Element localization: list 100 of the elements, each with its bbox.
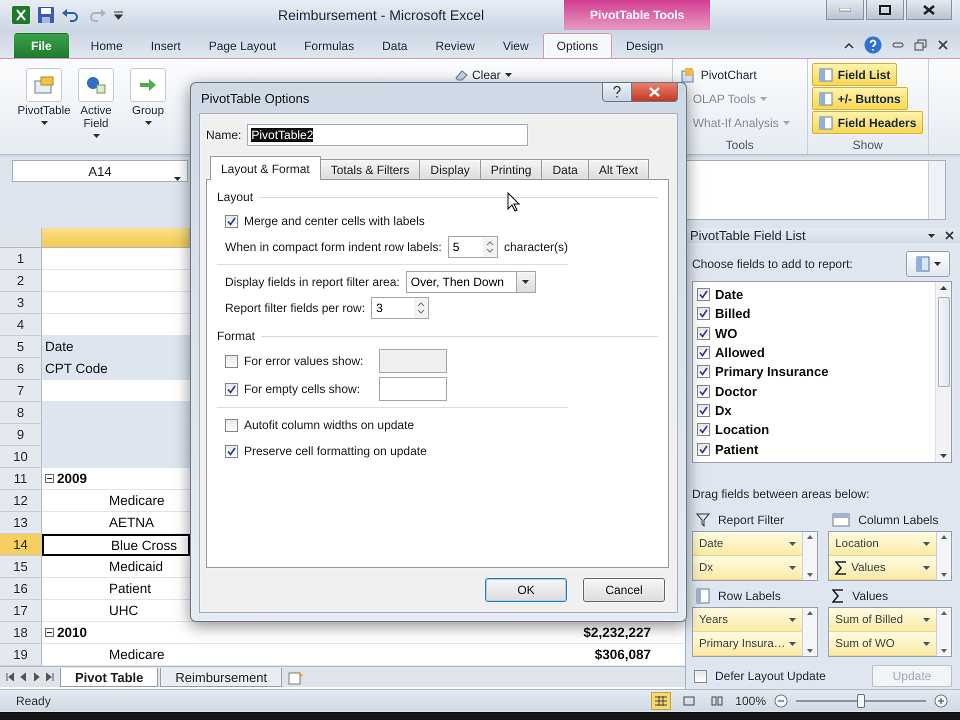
area-field[interactable]: Location <box>829 532 936 556</box>
collapse-icon[interactable] <box>45 474 54 483</box>
spinner-icon[interactable] <box>482 237 497 257</box>
toggle-button[interactable]: Field List <box>812 63 898 86</box>
toggle-button[interactable]: Field Headers <box>812 111 924 134</box>
ribbon-button[interactable]: Group <box>124 65 172 148</box>
scrollbar[interactable] <box>802 608 818 656</box>
dialog-button[interactable]: OK <box>485 578 567 602</box>
dialog-tab[interactable]: Alt Text <box>588 159 649 180</box>
checkbox[interactable] <box>225 382 238 396</box>
ribbon-tab[interactable]: Design <box>612 33 678 58</box>
zoom-in-icon[interactable] <box>934 694 948 708</box>
normal-view-icon[interactable] <box>651 692 672 710</box>
checkbox[interactable] <box>225 418 238 432</box>
area-field[interactable]: Values <box>829 556 936 580</box>
dialog-tab[interactable]: Data <box>541 159 589 180</box>
minimize-icon[interactable] <box>892 42 904 48</box>
ribbon-tab[interactable]: Home <box>76 33 137 58</box>
checkbox[interactable] <box>697 326 710 340</box>
dialog-tab[interactable]: Totals & Filters <box>320 159 420 180</box>
checkbox[interactable] <box>697 307 710 320</box>
toggle-button[interactable]: +/- Buttons <box>812 87 908 110</box>
scroll-up-icon[interactable] <box>807 535 814 539</box>
help-button[interactable] <box>602 83 632 102</box>
scroll-down-icon[interactable] <box>940 454 947 458</box>
help-icon[interactable] <box>864 36 882 54</box>
clear-button[interactable]: Clear <box>450 63 516 87</box>
spin-field[interactable]: 3 <box>371 297 430 319</box>
ribbon-tab[interactable]: Data <box>368 33 422 58</box>
area-field[interactable]: Sum of WO <box>829 632 936 656</box>
scroll-up-icon[interactable] <box>807 611 814 615</box>
area-field[interactable]: Primary Insura… <box>693 632 802 656</box>
field-name[interactable]: WO <box>715 326 738 341</box>
name-box[interactable]: A14 <box>12 160 188 182</box>
field-name[interactable]: Primary Insurance <box>715 364 828 380</box>
customize-icon[interactable] <box>114 10 123 20</box>
field-name[interactable]: Location <box>715 422 770 438</box>
sheet-tab[interactable]: Reimbursement <box>160 668 282 687</box>
checkbox[interactable] <box>697 346 710 360</box>
ribbon-tab[interactable]: Review <box>421 33 489 58</box>
checkbox[interactable] <box>697 365 710 378</box>
zoom-out-icon[interactable] <box>774 694 788 708</box>
layout-button[interactable] <box>906 251 950 277</box>
undo-icon[interactable] <box>62 8 80 22</box>
zoom-level-text[interactable]: 100% <box>735 694 766 708</box>
restore-icon[interactable] <box>914 39 928 51</box>
collapse-icon[interactable] <box>45 628 54 637</box>
ribbon-tab[interactable]: File <box>14 33 69 58</box>
dialog-tab[interactable]: Display <box>419 159 481 180</box>
checkbox[interactable] <box>697 384 710 398</box>
dialog-button[interactable]: Cancel <box>583 578 665 602</box>
area-field[interactable]: Sum of Billed <box>829 608 936 632</box>
ribbon-tab[interactable]: Insert <box>136 33 195 58</box>
input-field[interactable] <box>379 349 447 373</box>
scroll-down-icon[interactable] <box>807 649 814 653</box>
ribbon-button[interactable]: PivotTable <box>20 65 68 148</box>
save-icon[interactable] <box>38 7 54 23</box>
dialog-tab[interactable]: Printing <box>480 159 542 180</box>
checkbox[interactable] <box>697 288 710 302</box>
collapse-ribbon-icon[interactable] <box>844 42 854 48</box>
new-sheet-icon[interactable] <box>288 671 304 685</box>
checkbox[interactable] <box>225 214 238 228</box>
area-field[interactable]: Date <box>693 532 802 556</box>
maximize-button[interactable] <box>866 0 904 20</box>
scroll-down-icon[interactable] <box>941 649 947 653</box>
scroll-up-icon[interactable] <box>941 611 947 615</box>
scrollbar[interactable] <box>802 532 818 580</box>
zoom-slider-thumb[interactable] <box>857 694 865 708</box>
ribbon-tab[interactable]: Page Layout <box>194 33 290 58</box>
scroll-down-icon[interactable] <box>807 573 814 577</box>
field-name[interactable]: Billed <box>715 306 750 322</box>
checkbox[interactable] <box>225 354 238 368</box>
ribbon-tab[interactable]: View <box>488 33 543 58</box>
scroll-down-icon[interactable] <box>941 573 947 577</box>
input-field[interactable] <box>379 377 447 401</box>
field-name[interactable]: Doctor <box>715 384 757 399</box>
checkbox[interactable] <box>225 444 238 458</box>
checkbox[interactable] <box>694 670 707 682</box>
area-field[interactable]: Years <box>693 608 802 632</box>
name-field[interactable]: PivotTable2 <box>247 124 528 146</box>
sheet-nav-icon[interactable] <box>45 672 54 682</box>
field-name[interactable]: Patient <box>715 442 758 457</box>
ribbon-tab[interactable]: Formulas <box>290 33 368 58</box>
close-button[interactable] <box>906 0 952 20</box>
checkbox[interactable] <box>697 423 710 436</box>
close-icon[interactable] <box>945 231 954 240</box>
sheet-tab[interactable]: Pivot Table <box>60 668 158 687</box>
sheet-nav-icon[interactable] <box>6 672 15 682</box>
dialog-tab[interactable]: Layout & Format <box>210 156 321 180</box>
spin-field[interactable]: 5 <box>448 236 498 258</box>
scroll-up-icon[interactable] <box>941 535 947 539</box>
ribbon-button[interactable]: Active Field <box>72 65 120 148</box>
ribbon-tab[interactable]: Options <box>542 33 612 58</box>
close-icon[interactable] <box>938 40 948 50</box>
checkbox[interactable] <box>697 442 710 456</box>
scrollbar-thumb[interactable] <box>938 297 950 387</box>
area-field[interactable]: Dx <box>693 556 802 580</box>
scroll-up-icon[interactable] <box>940 286 947 290</box>
checkbox[interactable] <box>697 404 710 418</box>
scrollbar[interactable] <box>936 532 951 580</box>
